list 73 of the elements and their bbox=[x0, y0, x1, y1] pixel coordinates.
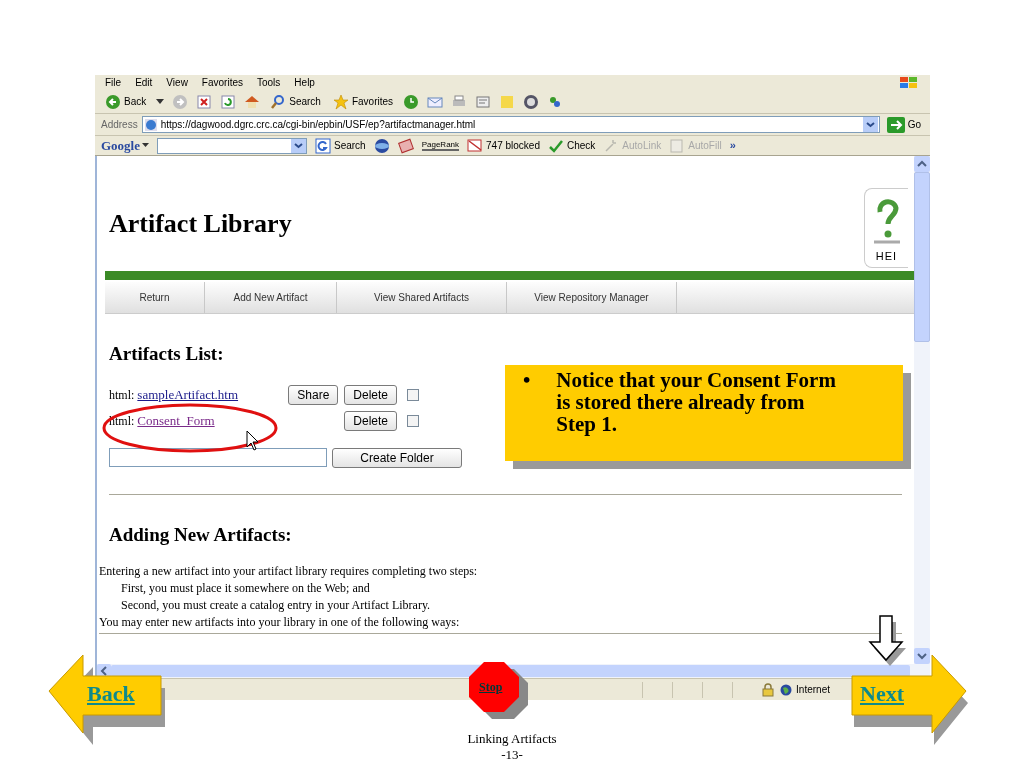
nav-tab[interactable]: View Shared Artifacts bbox=[337, 282, 507, 313]
google-g-icon bbox=[315, 137, 331, 154]
popup-blocker-icon bbox=[467, 137, 484, 154]
bullet: • bbox=[523, 369, 531, 394]
caret-icon[interactable] bbox=[156, 98, 165, 105]
nav-tab[interactable]: Return bbox=[105, 282, 205, 313]
caret-icon[interactable] bbox=[142, 143, 149, 148]
horizontal-scrollbar[interactable] bbox=[95, 664, 930, 678]
callout-text: Notice that your Consent Form is stored there already from Step 1. bbox=[556, 369, 837, 438]
back-button[interactable]: Back bbox=[103, 93, 149, 110]
google-toolbar-button[interactable]: PageRank bbox=[421, 140, 460, 151]
paragraph-line: Second, you must create a catalog entry in your Artifact Library. bbox=[120, 597, 432, 614]
artifact-link[interactable]: sampleArtifact.htm bbox=[137, 385, 239, 405]
section-heading: Adding New Artifacts: bbox=[109, 522, 293, 547]
menu-item[interactable]: Help bbox=[294, 75, 315, 90]
file-type-label: html: bbox=[109, 413, 135, 430]
back-icon bbox=[105, 93, 121, 110]
menu-item[interactable]: Favorites bbox=[201, 75, 243, 90]
artifact-checkbox[interactable] bbox=[407, 389, 419, 401]
scroll-up-icon[interactable] bbox=[914, 156, 930, 172]
google-menu[interactable]: Google bbox=[101, 135, 140, 156]
popup-blocker-button[interactable]: 747 blocked bbox=[467, 137, 540, 154]
scroll-thumb[interactable] bbox=[914, 172, 930, 342]
page-icon bbox=[143, 117, 158, 132]
address-label: Address bbox=[101, 118, 138, 132]
search-button[interactable]: Search bbox=[268, 93, 323, 110]
menu-item[interactable]: File bbox=[105, 75, 122, 90]
go-arrow-icon bbox=[886, 116, 905, 133]
paragraph-line: First, you must place it somewhere on the Web; and bbox=[120, 580, 371, 597]
edit-icon[interactable] bbox=[475, 93, 492, 110]
stop-icon[interactable] bbox=[196, 93, 213, 110]
search-icon bbox=[270, 93, 287, 110]
more-button[interactable]: » bbox=[729, 137, 736, 154]
zone-label: Internet bbox=[796, 683, 830, 697]
windows-logo-icon bbox=[898, 75, 920, 90]
section-heading: Artifacts List: bbox=[109, 342, 225, 366]
favorites-button[interactable]: Favorites bbox=[330, 93, 396, 110]
refresh-icon[interactable] bbox=[220, 93, 237, 110]
slide-title: Linking Artifacts bbox=[467, 731, 557, 747]
create-folder-button[interactable]: Create Folder bbox=[332, 447, 462, 468]
folder-name-field[interactable] bbox=[109, 448, 327, 467]
scroll-down-icon[interactable] bbox=[914, 648, 930, 664]
go-button[interactable]: Go bbox=[883, 116, 924, 133]
nav-tab[interactable]: View Repository Manager bbox=[507, 282, 677, 313]
google-search-field[interactable] bbox=[157, 137, 307, 154]
google-search-button[interactable]: Search bbox=[315, 137, 366, 154]
artifact-link[interactable]: Consent_Form bbox=[137, 411, 215, 431]
paragraph-line: You may enter new artifacts into your library in one of the following ways: bbox=[99, 614, 461, 631]
artifact-button[interactable]: Share bbox=[288, 385, 339, 405]
cursor-icon bbox=[246, 430, 260, 452]
scroll-thumb[interactable] bbox=[111, 665, 910, 677]
nav-tab[interactable]: Add New Artifact bbox=[205, 282, 337, 313]
form-icon bbox=[669, 137, 686, 154]
dropdown-icon[interactable] bbox=[862, 117, 878, 132]
menu-item[interactable]: View bbox=[166, 75, 188, 90]
dropdown-icon[interactable] bbox=[291, 138, 306, 153]
address-field[interactable]: https://dagwood.dgrc.crc.ca/cgi-bin/epbin/USF/ep?artifactmanager.html bbox=[141, 116, 880, 133]
artifact-checkbox[interactable] bbox=[407, 415, 419, 427]
page-title: Artifact Library bbox=[109, 208, 293, 240]
google-toolbar-button[interactable]: Check bbox=[548, 137, 596, 154]
menu-item[interactable]: Tools bbox=[257, 75, 281, 90]
favorites-icon bbox=[332, 93, 349, 110]
menu-item[interactable]: Edit bbox=[135, 75, 153, 90]
paragraph-line: Entering a new artifact into your artifact library requires completing two steps: bbox=[99, 563, 479, 580]
history-icon[interactable] bbox=[403, 93, 420, 110]
artifact-button[interactable]: Delete bbox=[344, 411, 397, 431]
page-number: -13- bbox=[501, 747, 523, 763]
artifact-button[interactable]: Delete bbox=[344, 385, 397, 405]
vertical-scrollbar[interactable] bbox=[914, 156, 930, 664]
logo: HEI bbox=[864, 188, 908, 268]
file-type-label: html: bbox=[109, 387, 135, 404]
home-icon[interactable] bbox=[244, 93, 261, 110]
lock-icon bbox=[762, 682, 775, 697]
